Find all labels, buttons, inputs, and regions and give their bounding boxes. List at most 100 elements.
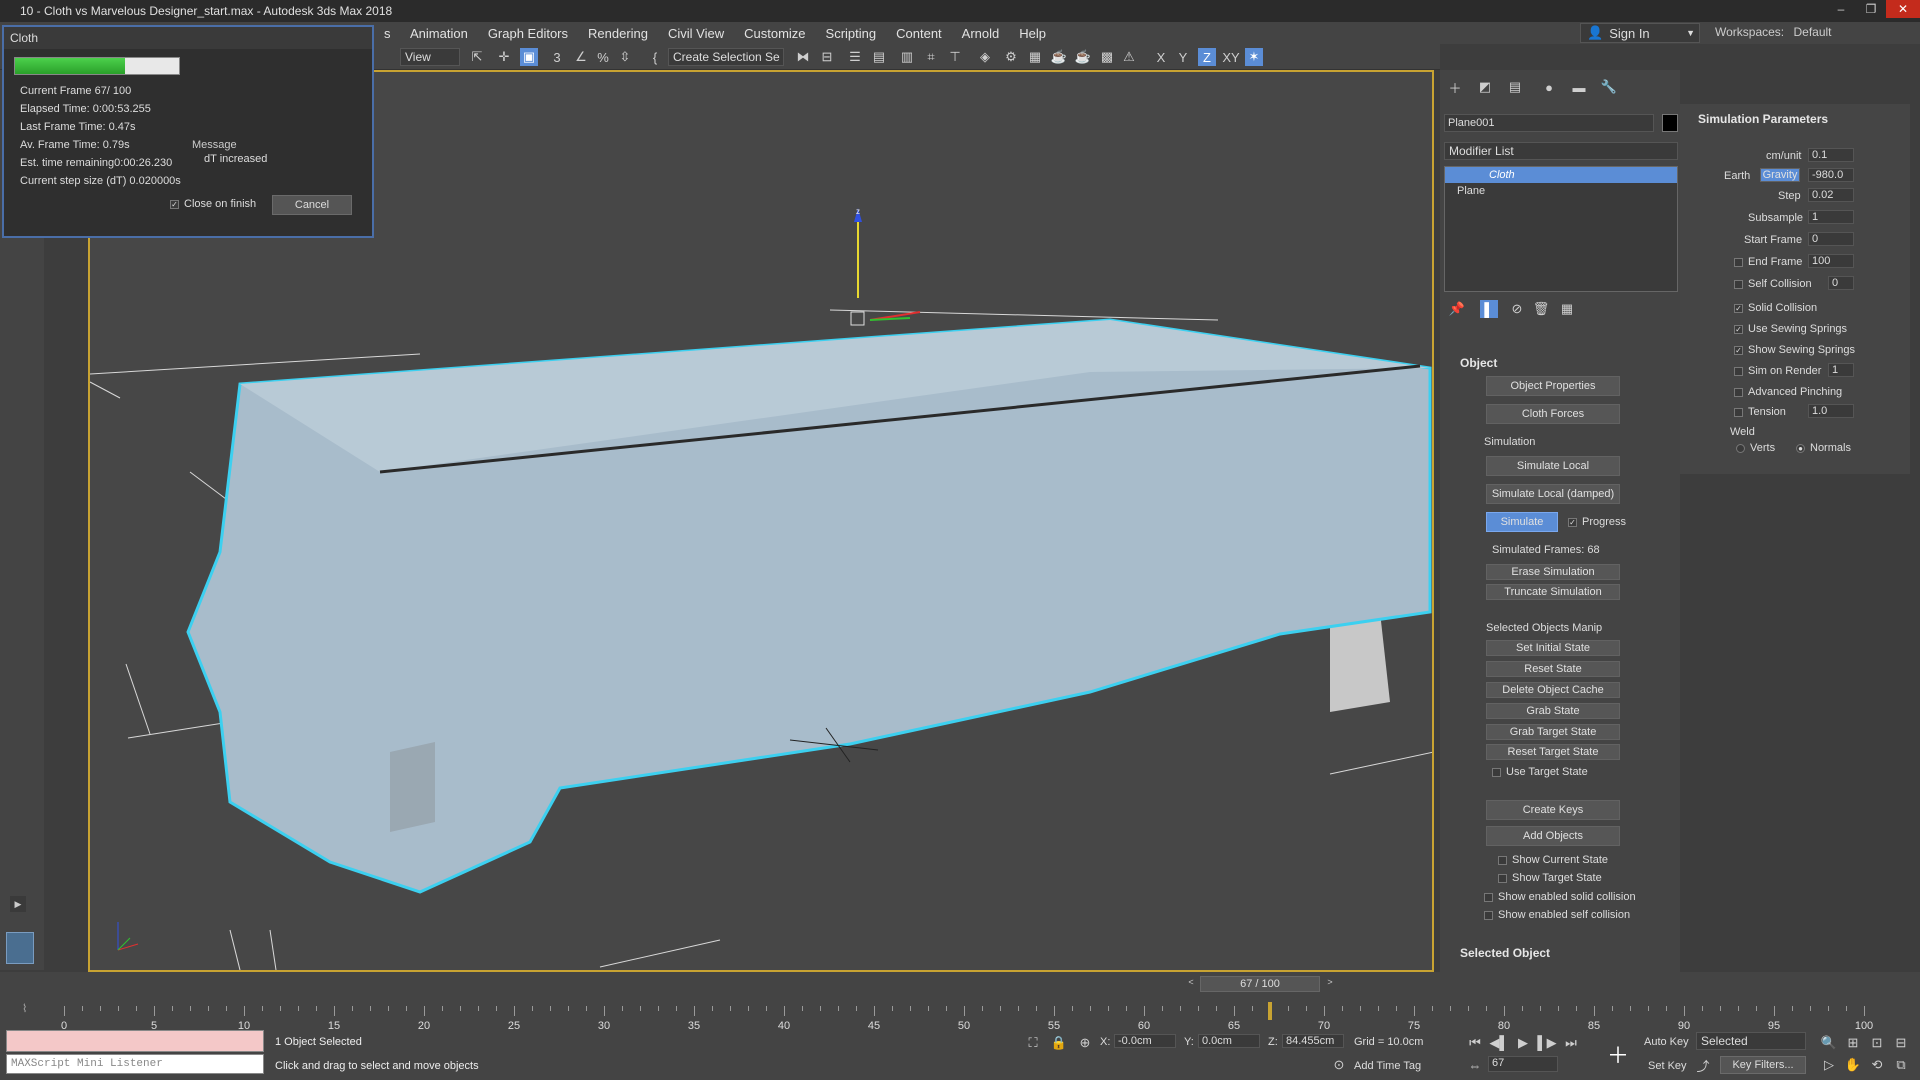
axis-y-button[interactable]: Y [1174, 48, 1192, 66]
solid-collision-checkbox[interactable]: ✓ Solid Collision [1734, 302, 1817, 314]
selected-object-section-header[interactable]: Selected Object [1460, 946, 1550, 960]
menu-partial[interactable]: s [374, 26, 401, 41]
select-filter-icon[interactable]: ⇱ [468, 48, 486, 66]
graphite-icon[interactable]: ▥ [898, 48, 916, 66]
make-unique-icon[interactable]: ⊘ [1508, 300, 1526, 318]
lock-icon[interactable]: 🔒 [1050, 1034, 1068, 1052]
reset-target-state-button[interactable]: Reset Target State [1486, 744, 1620, 760]
object-name-field[interactable]: Plane001 [1444, 114, 1654, 132]
render-icon[interactable]: ☕ [1050, 48, 1068, 66]
modifier-list-dropdown[interactable]: Modifier List [1444, 142, 1678, 160]
play-animation-icon[interactable]: ▶ [1514, 1034, 1532, 1052]
menu-scripting[interactable]: Scripting [816, 26, 887, 41]
key-filters-button[interactable]: Key Filters... [1720, 1056, 1806, 1074]
spinner-snap-icon[interactable]: ⇳ [616, 48, 634, 66]
schematic-icon[interactable]: ⊤ [946, 48, 964, 66]
gravity-field[interactable]: -980.0 [1808, 168, 1854, 182]
motion-tab-icon[interactable]: ● [1540, 78, 1558, 96]
cancel-button[interactable]: Cancel [272, 195, 352, 215]
render-setup-icon[interactable]: ⚙ [1002, 48, 1020, 66]
maximize-viewport-icon[interactable]: ⧉ [1892, 1056, 1910, 1074]
object-properties-button[interactable]: Object Properties [1486, 376, 1620, 396]
menu-help[interactable]: Help [1009, 26, 1056, 41]
add-time-tag-button[interactable]: Add Time Tag [1354, 1060, 1421, 1072]
zoom-extents-icon[interactable]: ⊡ [1868, 1034, 1886, 1052]
menu-arnold[interactable]: Arnold [952, 26, 1010, 41]
scene-explorer-icon[interactable]: ☰ [846, 48, 864, 66]
set-key-icon[interactable]: ＋ [1604, 1040, 1632, 1068]
cloth-forces-button[interactable]: Cloth Forces [1486, 404, 1620, 424]
absolute-mode-icon[interactable]: ⊕ [1076, 1034, 1094, 1052]
viewport-layout-icon[interactable] [6, 932, 34, 964]
show-self-collision-checkbox[interactable]: Show enabled self collision [1484, 909, 1630, 921]
object-color-swatch[interactable] [1662, 114, 1678, 132]
axis-constraint-icon[interactable]: ✶ [1245, 48, 1263, 66]
current-frame-field[interactable]: 67 [1488, 1056, 1558, 1072]
prev-key-icon[interactable]: ◀▌ [1489, 1034, 1508, 1052]
selection-set-dropdown[interactable]: Create Selection Se [668, 48, 784, 66]
maximize-button[interactable]: ❐ [1856, 0, 1886, 18]
zoom-icon[interactable]: 🔍 [1820, 1034, 1838, 1052]
maxscript-listener-input[interactable]: MAXScript Mini Listener [6, 1054, 264, 1074]
edit-named-sel-icon[interactable]: { [646, 48, 664, 66]
goto-end-icon[interactable]: ⏭ [1562, 1034, 1580, 1052]
auto-key-button[interactable]: Auto Key [1644, 1036, 1689, 1048]
zoom-all-icon[interactable]: ⊞ [1844, 1034, 1862, 1052]
cm-unit-field[interactable]: 0.1 [1808, 148, 1854, 162]
sim-on-render-field[interactable]: 1 [1828, 363, 1854, 377]
isolate-icon[interactable]: ⛶ [1024, 1034, 1042, 1052]
y-coord-field[interactable]: 0.0cm [1198, 1034, 1260, 1048]
tension-field[interactable]: 1.0 [1808, 404, 1854, 418]
set-key-button[interactable]: Set Key [1648, 1060, 1687, 1072]
use-target-state-checkbox[interactable]: Use Target State [1492, 766, 1588, 778]
pan-icon[interactable]: ✋ [1844, 1056, 1862, 1074]
goto-start-icon[interactable]: ⏮ [1466, 1034, 1484, 1052]
pin-stack-icon[interactable]: 📌 [1448, 300, 1466, 318]
show-target-state-checkbox[interactable]: Show Target State [1498, 872, 1602, 884]
fov-icon[interactable]: ▷ [1820, 1056, 1838, 1074]
erase-simulation-button[interactable]: Erase Simulation [1486, 564, 1620, 580]
align-icon[interactable]: ⊟ [818, 48, 836, 66]
warning-icon[interactable]: ⚠ [1120, 48, 1138, 66]
axis-xy-button[interactable]: XY [1220, 48, 1242, 66]
grab-target-state-button[interactable]: Grab Target State [1486, 724, 1620, 740]
next-key-icon[interactable]: ▌▶ [1537, 1034, 1556, 1052]
add-objects-button[interactable]: Add Objects [1486, 826, 1620, 846]
show-end-result-icon[interactable]: ▌ [1480, 300, 1498, 318]
subsample-field[interactable]: 1 [1808, 210, 1854, 224]
use-sewing-springs-checkbox[interactable]: ✓ Use Sewing Springs [1734, 323, 1847, 335]
render-frame-icon[interactable]: ▦ [1026, 48, 1044, 66]
angle-snap-icon[interactable]: ∠ [572, 48, 590, 66]
curve-editor-icon[interactable]: ⌗ [922, 48, 940, 66]
simulate-button[interactable]: Simulate [1486, 512, 1558, 532]
select-move-icon[interactable]: ▣ [520, 48, 538, 66]
menu-customize[interactable]: Customize [734, 26, 815, 41]
weld-normals-radio[interactable]: ● Normals [1796, 442, 1851, 454]
progress-checkbox[interactable]: ✓ Progress [1568, 516, 1626, 528]
menu-content[interactable]: Content [886, 26, 952, 41]
snap-icon[interactable]: 3 [548, 48, 566, 66]
arnold-icon[interactable]: ▩ [1098, 48, 1116, 66]
display-tab-icon[interactable]: ▬ [1570, 78, 1588, 96]
percent-snap-icon[interactable]: % [594, 48, 612, 66]
minimize-button[interactable]: – [1826, 0, 1856, 18]
show-current-state-checkbox[interactable]: Show Current State [1498, 854, 1608, 866]
show-solid-collision-checkbox[interactable]: Show enabled solid collision [1484, 891, 1636, 903]
self-collision-field[interactable]: 0 [1828, 276, 1854, 290]
start-frame-field[interactable]: 0 [1808, 232, 1854, 246]
selection-set-filter-dropdown[interactable]: Selected [1696, 1032, 1806, 1050]
self-collision-checkbox[interactable]: Self Collision [1734, 278, 1812, 290]
close-button[interactable]: ✕ [1886, 0, 1920, 18]
create-tab-icon[interactable]: ＋ [1446, 78, 1464, 96]
step-field[interactable]: 0.02 [1808, 188, 1854, 202]
sign-in-dropdown[interactable]: 👤 Sign In ▼ [1580, 23, 1700, 43]
show-sewing-springs-checkbox[interactable]: ✓ Show Sewing Springs [1734, 344, 1855, 356]
z-coord-field[interactable]: 84.455cm [1282, 1034, 1344, 1048]
play-icon[interactable]: ▶ [10, 896, 26, 912]
simulate-local-damped-button[interactable]: Simulate Local (damped) [1486, 484, 1620, 504]
key-mode-icon[interactable]: ⇔ [1466, 1056, 1484, 1074]
utilities-tab-icon[interactable]: 🔧 [1600, 78, 1618, 96]
simulate-local-button[interactable]: Simulate Local [1486, 456, 1620, 476]
weld-verts-radio[interactable]: Verts [1736, 442, 1775, 454]
axis-z-button[interactable]: Z [1198, 48, 1216, 66]
